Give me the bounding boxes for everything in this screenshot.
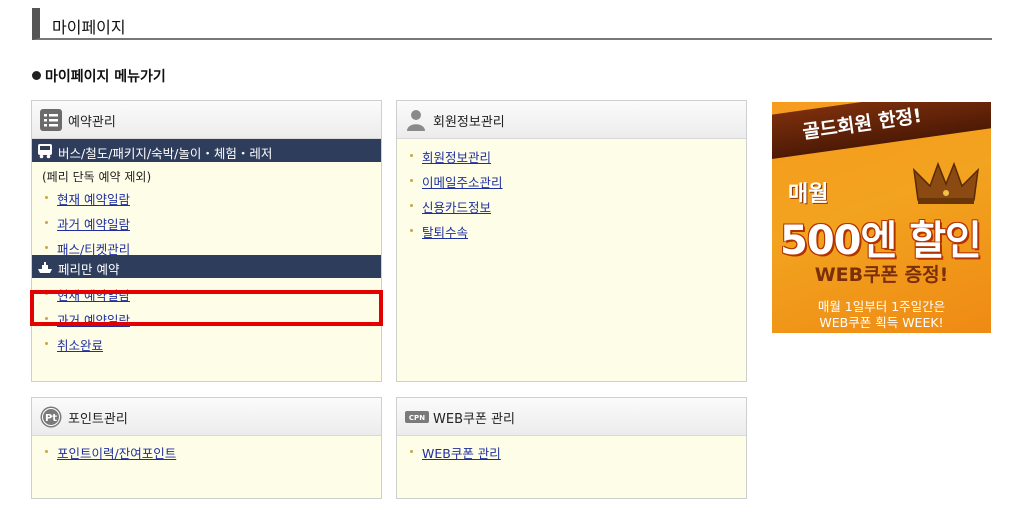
webcoupon-panel-title: WEB쿠폰 관리 xyxy=(433,412,515,427)
menu-heading: 마이페이지 메뉴가기 xyxy=(32,66,166,86)
bullet-icon xyxy=(45,196,48,199)
member-panel-header: 회원정보관리 xyxy=(397,101,746,139)
coupon-icon: CPN xyxy=(405,411,429,423)
gold-member-promo-banner[interactable]: 골드회원 한정! 매월 500엔 할인 WEB쿠폰 증정! 매월 1일부터 1주… xyxy=(772,102,991,333)
points-panel-header: Pt 포인트관리 xyxy=(32,398,381,436)
bullet-icon xyxy=(45,342,48,345)
page-title-text: 마이페이지 xyxy=(52,18,126,37)
points-icon: Pt xyxy=(40,406,62,428)
list-item: 이메일주소관리 xyxy=(397,169,746,194)
list-item: WEB쿠폰 관리 xyxy=(397,440,746,465)
list-icon xyxy=(40,109,62,131)
bullet-icon xyxy=(45,450,48,453)
list-item: 과거 예약일람 xyxy=(32,211,381,236)
promo-coupon: WEB쿠폰 증정! xyxy=(814,264,949,286)
bullet-icon xyxy=(32,71,41,80)
webcoupon-panel-header: CPN WEB쿠폰 관리 xyxy=(397,398,746,436)
promo-discount: 500엔 할인 xyxy=(780,218,982,264)
reservation-panel-title: 예약관리 xyxy=(68,115,116,130)
reservation-panel-header: 예약관리 xyxy=(32,101,381,139)
bullet-icon xyxy=(410,154,413,157)
link-past-reservations[interactable]: 과거 예약일람 xyxy=(57,214,130,233)
bullet-icon xyxy=(410,179,413,182)
promo-line-2: WEB쿠폰 획득 WEEK! xyxy=(819,315,944,330)
menu-heading-text: 마이페이지 메뉴가기 xyxy=(45,69,166,85)
list-item: 신용카드정보 xyxy=(397,194,746,219)
link-point-history[interactable]: 포인트이력/잔여포인트 xyxy=(57,443,176,462)
highlight-frame xyxy=(30,290,383,326)
bullet-icon xyxy=(45,221,48,224)
ferry-section-heading: 페리만 예약 xyxy=(32,255,381,278)
bus-rail-section-heading: 버스/철도/패키지/숙박/놀이・체험・레저 xyxy=(32,139,381,162)
promo-monthly: 매월 xyxy=(788,182,829,207)
list-item: 회원정보관리 xyxy=(397,144,746,169)
member-links: 회원정보관리 이메일주소관리 신용카드정보 탈퇴수속 xyxy=(397,139,746,244)
points-panel: Pt 포인트관리 포인트이력/잔여포인트 xyxy=(31,397,382,499)
link-member-info[interactable]: 회원정보관리 xyxy=(422,147,491,166)
link-withdrawal[interactable]: 탈퇴수속 xyxy=(422,222,468,241)
bullet-icon xyxy=(410,229,413,232)
member-panel: 회원정보관리 회원정보관리 이메일주소관리 신용카드정보 탈퇴수속 xyxy=(396,100,747,382)
page-title: 마이페이지 xyxy=(32,8,992,40)
link-ferry-cancelled[interactable]: 취소완료 xyxy=(57,335,103,354)
ferry-exclusion-note: (페리 단독 예약 제외) xyxy=(42,170,152,184)
list-item: 탈퇴수속 xyxy=(397,219,746,244)
bus-rail-links: 현재 예약일람 과거 예약일람 패스/티켓관리 xyxy=(32,186,381,261)
webcoupon-links: WEB쿠폰 관리 xyxy=(397,436,746,465)
link-credit-card[interactable]: 신용카드정보 xyxy=(422,197,491,216)
link-current-reservations[interactable]: 현재 예약일람 xyxy=(57,189,130,208)
bullet-icon xyxy=(45,246,48,249)
list-item: 취소완료 xyxy=(32,332,381,357)
crown-icon xyxy=(912,161,980,204)
user-icon xyxy=(407,110,425,131)
member-panel-title: 회원정보관리 xyxy=(433,115,505,130)
ship-icon xyxy=(38,262,52,273)
list-item: 포인트이력/잔여포인트 xyxy=(32,440,381,465)
bullet-icon xyxy=(410,450,413,453)
reservation-panel: 예약관리 버스/철도/패키지/숙박/놀이・체험・레저 (페리 단독 예약 제외)… xyxy=(31,100,382,382)
link-email-address[interactable]: 이메일주소관리 xyxy=(422,172,503,191)
promo-ribbon-text: 골드회원 한정! xyxy=(801,104,924,144)
link-webcoupon-management[interactable]: WEB쿠폰 관리 xyxy=(422,443,501,462)
promo-ribbon: 골드회원 한정! xyxy=(772,102,991,160)
points-panel-title: 포인트관리 xyxy=(68,412,128,427)
list-item: 현재 예약일람 xyxy=(32,186,381,211)
bus-icon xyxy=(38,144,52,159)
points-links: 포인트이력/잔여포인트 xyxy=(32,436,381,465)
points-icon-text: Pt xyxy=(45,413,57,424)
bus-rail-section-title: 버스/철도/패키지/숙박/놀이・체험・레저 xyxy=(58,146,273,161)
coupon-icon-text: CPN xyxy=(409,414,425,422)
bullet-icon xyxy=(410,204,413,207)
webcoupon-panel: CPN WEB쿠폰 관리 WEB쿠폰 관리 xyxy=(396,397,747,499)
ferry-section-title: 페리만 예약 xyxy=(58,262,120,277)
